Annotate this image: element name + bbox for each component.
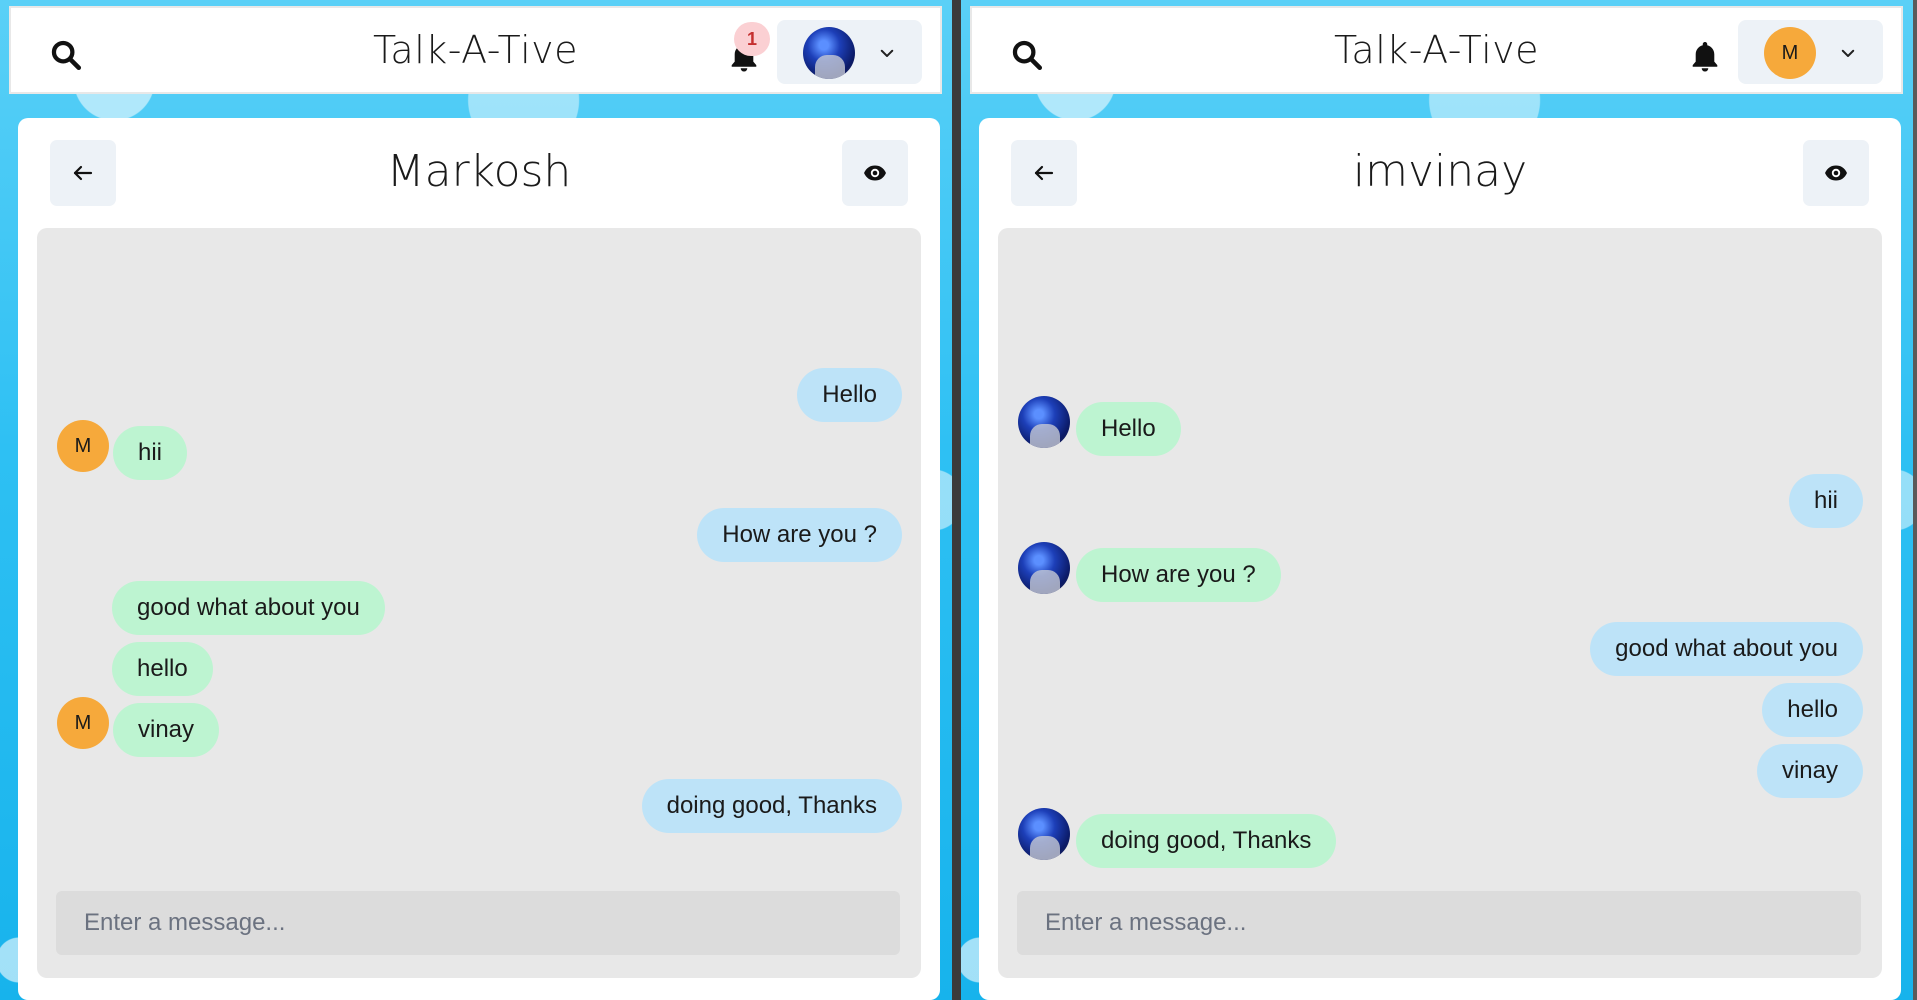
sender-avatar: M [57,420,109,472]
sender-avatar [1018,542,1070,594]
message-bubble: hello [112,642,213,696]
message-bubble: How are you ? [697,508,902,562]
message-bubble: How are you ? [1076,548,1281,602]
profile-menu-button[interactable] [777,20,922,84]
chat-panel: imvinay Hello hii How are you ? good wha… [979,118,1901,1000]
arrow-left-icon [73,165,93,181]
chat-window-right: Talk-A-Tive M imvinay Hello hii How are … [961,0,1913,1000]
view-profile-button[interactable] [842,140,908,206]
message-bubble: vinay [1756,744,1863,798]
view-profile-button[interactable] [1803,140,1869,206]
message-bubble: hii [1788,474,1863,528]
back-button[interactable] [1011,140,1077,206]
sender-avatar [1018,808,1070,860]
message-bubble: doing good, Thanks [641,779,902,833]
search-icon[interactable] [49,38,83,72]
search-icon[interactable] [1010,38,1044,72]
chat-title: imvinay [1352,146,1528,197]
message-bubble: vinay [113,703,220,757]
message-bubble: doing good, Thanks [1076,814,1337,868]
message-bubble: Hello [797,368,902,422]
top-bar: Talk-A-Tive 1 [9,6,942,94]
message-bubble: hello [1762,683,1863,737]
chat-title: Markosh [386,146,572,197]
arrow-left-icon [1034,165,1054,181]
message-input[interactable] [56,891,900,955]
notification-badge: 1 [734,22,770,56]
top-bar: Talk-A-Tive M [970,6,1903,94]
sender-avatar: M [57,697,109,749]
sender-avatar [1018,396,1070,448]
eye-icon [1825,165,1847,181]
user-avatar: M [1764,27,1816,79]
chat-panel: Markosh Hello M hii How are you ? good w… [18,118,940,1000]
message-bubble: hii [113,426,188,480]
bell-icon[interactable] [1687,38,1723,76]
chevron-down-icon [880,49,894,57]
chat-window-left: Talk-A-Tive 1 Markosh Hello M hii How ar… [0,0,952,1000]
message-bubble: Hello [1076,402,1181,456]
message-input[interactable] [1017,891,1861,955]
messages-area: Hello hii How are you ? good what about … [998,228,1882,978]
message-bubble: good what about you [1590,622,1863,676]
messages-area: Hello M hii How are you ? good what abou… [37,228,921,978]
profile-menu-button[interactable]: M [1738,20,1883,84]
eye-icon [864,165,886,181]
back-button[interactable] [50,140,116,206]
window-divider [952,0,961,1000]
message-bubble: good what about you [112,581,385,635]
chevron-down-icon [1841,49,1855,57]
user-avatar [803,27,855,79]
